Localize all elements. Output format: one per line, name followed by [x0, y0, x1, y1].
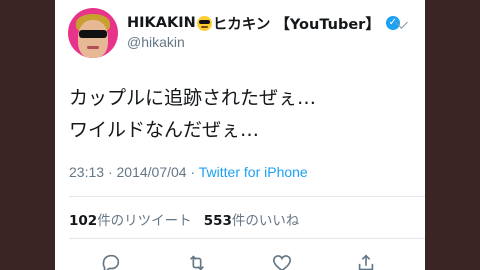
retweet-stat[interactable]: 102件のリツイート — [69, 213, 192, 229]
tweet-text: カップルに追跡されたぜぇ… ワイルドなんだぜぇ… — [69, 82, 419, 146]
meta-separator: · — [107, 164, 113, 180]
share-icon[interactable] — [355, 252, 377, 270]
tweet-source-link[interactable]: Twitter for iPhone — [199, 164, 308, 180]
retweet-count: 102 — [69, 213, 98, 229]
tweet-text-line: カップルに追跡されたぜぇ… — [69, 87, 317, 109]
tweet-time[interactable]: 23:13 — [69, 164, 104, 180]
tweet-text-line: ワイルドなんだぜぇ… — [69, 119, 260, 141]
action-bar — [55, 250, 425, 270]
meta-separator: · — [190, 164, 196, 180]
retweet-label: 件のリツイート — [97, 213, 192, 229]
tweet-card: HIKAKIN ヒカキン 【YouTuber】 ✓ @hikakin カップルに… — [55, 0, 425, 270]
divider — [69, 238, 425, 239]
like-label: 件のいいね — [231, 213, 300, 229]
retweet-icon[interactable] — [186, 252, 208, 270]
sunglasses-emoji-icon — [196, 15, 212, 31]
display-name-suffix[interactable]: ヒカキン 【YouTuber】 — [213, 13, 380, 34]
reply-icon[interactable] — [100, 252, 122, 270]
tweet-stats: 102件のリツイート 553件のいいね — [69, 209, 299, 229]
avatar-sunglasses — [79, 30, 107, 38]
divider — [69, 196, 425, 197]
heart-icon[interactable] — [271, 252, 293, 270]
avatar-mouth — [87, 46, 99, 49]
like-stat[interactable]: 553件のいいね — [204, 213, 300, 229]
tweet-date[interactable]: 2014/07/04 — [117, 164, 187, 180]
avatar[interactable] — [68, 8, 118, 58]
tweet-meta: 23:13 · 2014/07/04 · Twitter for iPhone — [69, 164, 308, 180]
display-name[interactable]: HIKAKIN — [127, 15, 196, 31]
like-count: 553 — [203, 213, 232, 229]
user-handle[interactable]: @hikakin — [127, 34, 185, 50]
avatar-face — [78, 20, 108, 58]
display-name-row[interactable]: HIKAKIN ヒカキン 【YouTuber】 ✓ — [127, 12, 400, 34]
